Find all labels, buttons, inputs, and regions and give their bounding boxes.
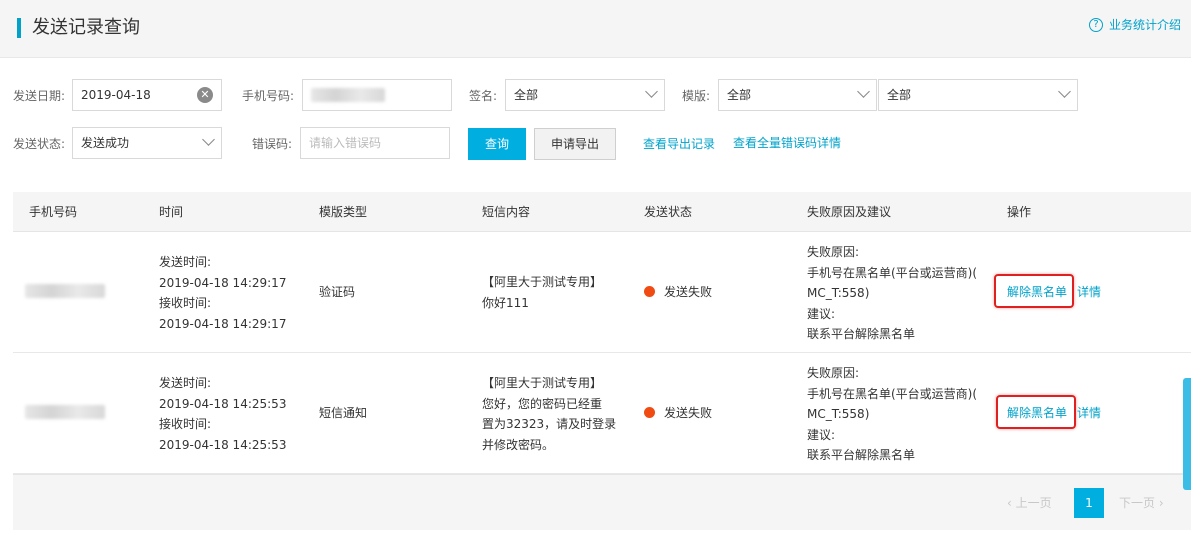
chevron-left-icon: ‹	[1007, 496, 1016, 510]
status-cell: 发送失败	[644, 282, 712, 303]
recv-time-label: 接收时间:	[159, 296, 212, 310]
col-content: 短信内容	[482, 205, 531, 219]
send-date-label: 发送日期:	[13, 89, 66, 103]
side-feedback-tab[interactable]	[1183, 378, 1191, 490]
unblock-button[interactable]: 解除黑名单	[1007, 284, 1067, 300]
sign-selected-value: 全部	[514, 88, 539, 102]
page-number-current[interactable]: 1	[1074, 488, 1104, 518]
phone-number-blurred	[25, 284, 105, 298]
chevron-down-icon	[645, 85, 658, 98]
business-stats-help-link[interactable]: ? 业务统计介绍	[1088, 16, 1181, 34]
template-select[interactable]: 全部	[718, 79, 877, 111]
phone-label: 手机号码:	[242, 89, 295, 103]
view-all-error-codes-link[interactable]: 查看全量错误码详情	[733, 135, 841, 151]
content-line: 【阿里大于测试专用】	[482, 376, 603, 390]
template-label: 模版:	[682, 89, 711, 103]
phone-input[interactable]	[302, 79, 452, 111]
content-cell: 【阿里大于测试专用】 您好，您的密码已经重 置为32323，请及时登录 并修改密…	[482, 373, 616, 455]
reason-line: MC_T:558)	[807, 407, 870, 421]
phone-value-blurred	[311, 88, 385, 102]
export-button[interactable]: 申请导出	[534, 128, 616, 160]
status-cell: 发送失败	[644, 403, 712, 424]
recv-time-value: 2019-04-18 14:29:17	[159, 316, 287, 331]
col-template-type: 模版类型	[319, 205, 368, 219]
error-code-label: 错误码:	[252, 137, 293, 151]
chevron-down-icon	[857, 85, 870, 98]
send-time-value: 2019-04-18 14:29:17	[159, 275, 287, 290]
status-text: 发送失败	[664, 406, 713, 420]
template-select-secondary[interactable]: 全部	[878, 79, 1078, 111]
question-circle-icon: ?	[1088, 18, 1103, 32]
content-line: 您好，您的密码已经重	[482, 396, 603, 411]
chevron-right-icon: ›	[1155, 496, 1164, 510]
send-status-value: 发送成功	[81, 136, 130, 150]
chevron-down-icon	[1058, 85, 1071, 98]
sign-label: 签名:	[469, 89, 498, 103]
send-date-value: 2019-04-18	[81, 88, 151, 102]
sign-select[interactable]: 全部	[505, 79, 665, 111]
fail-status-dot-icon	[644, 286, 655, 297]
content-line: 你好111	[482, 295, 529, 310]
reason-cell: 失败原因: 手机号在黑名单(平台或运营商)( MC_T:558) 建议: 联系平…	[807, 363, 977, 466]
template-type-cell: 验证码	[319, 285, 356, 299]
send-status-select[interactable]: 发送成功	[72, 127, 222, 159]
table-row: 发送时间: 2019-04-18 14:25:53 接收时间: 2019-04-…	[13, 353, 1191, 474]
send-status-label: 发送状态:	[13, 137, 66, 151]
template-type-cell: 短信通知	[319, 406, 368, 420]
chevron-down-icon	[202, 133, 215, 146]
col-reason: 失败原因及建议	[807, 205, 892, 219]
next-page-label: 下一页	[1119, 496, 1156, 510]
fail-status-dot-icon	[644, 407, 655, 418]
status-text: 发送失败	[664, 285, 713, 299]
error-code-input[interactable]: 请输入错误码	[300, 127, 450, 159]
time-cell: 发送时间: 2019-04-18 14:29:17 接收时间: 2019-04-…	[159, 252, 286, 334]
content-cell: 【阿里大于测试专用】 你好111	[482, 272, 602, 313]
prev-page-button[interactable]: ‹ 上一页	[1007, 495, 1052, 511]
reason-line: 手机号在黑名单(平台或运营商)(	[807, 265, 978, 280]
advice-text: 联系平台解除黑名单	[807, 448, 916, 462]
col-actions: 操作	[1007, 205, 1032, 219]
content-line: 置为32323，请及时登录	[482, 417, 617, 431]
col-time: 时间	[159, 205, 184, 219]
error-code-placeholder: 请输入错误码	[309, 136, 382, 150]
query-button[interactable]: 查询	[468, 128, 526, 160]
advice-label: 建议:	[807, 306, 836, 321]
unblock-button[interactable]: 解除黑名单	[1007, 405, 1067, 421]
page-title: 发送记录查询	[32, 17, 140, 38]
table-header: 手机号码 时间 模版类型 短信内容 发送状态 失败原因及建议 操作	[13, 192, 1191, 232]
pagination-bar: ‹ 上一页 1 下一页 ›	[13, 474, 1191, 530]
title-accent-bar	[17, 18, 21, 38]
reason-cell: 失败原因: 手机号在黑名单(平台或运营商)( MC_T:558) 建议: 联系平…	[807, 242, 977, 345]
next-page-button[interactable]: 下一页 ›	[1119, 495, 1164, 511]
recv-time-value: 2019-04-18 14:25:53	[159, 437, 287, 452]
reason-label: 失败原因:	[807, 366, 860, 380]
send-time-value: 2019-04-18 14:25:53	[159, 396, 287, 411]
detail-link[interactable]: 详情	[1077, 405, 1101, 421]
reason-label: 失败原因:	[807, 245, 860, 259]
view-export-records-link[interactable]: 查看导出记录	[643, 136, 715, 152]
time-cell: 发送时间: 2019-04-18 14:25:53 接收时间: 2019-04-…	[159, 373, 286, 455]
reason-line: 手机号在黑名单(平台或运营商)(	[807, 386, 978, 401]
recv-time-label: 接收时间:	[159, 417, 212, 431]
advice-text: 联系平台解除黑名单	[807, 327, 916, 341]
phone-number-blurred	[25, 405, 105, 419]
send-time-label: 发送时间:	[159, 255, 212, 269]
send-time-label: 发送时间:	[159, 376, 212, 390]
template-secondary-value: 全部	[887, 88, 912, 102]
template-selected-value: 全部	[727, 88, 752, 102]
table-row: 发送时间: 2019-04-18 14:29:17 接收时间: 2019-04-…	[13, 232, 1191, 353]
page-header: 发送记录查询 ? 业务统计介绍	[0, 0, 1191, 58]
prev-page-label: 上一页	[1015, 496, 1052, 510]
col-phone: 手机号码	[29, 205, 78, 219]
content-line: 并修改密码。	[482, 437, 555, 452]
clear-date-icon[interactable]: ✕	[197, 87, 213, 103]
reason-line: MC_T:558)	[807, 286, 870, 300]
send-date-input[interactable]: 2019-04-18 ✕	[72, 79, 222, 111]
col-status: 发送状态	[644, 205, 693, 219]
detail-link[interactable]: 详情	[1077, 284, 1101, 300]
advice-label: 建议:	[807, 427, 836, 442]
content-line: 【阿里大于测试专用】	[482, 275, 603, 289]
help-link-label: 业务统计介绍	[1108, 18, 1181, 32]
